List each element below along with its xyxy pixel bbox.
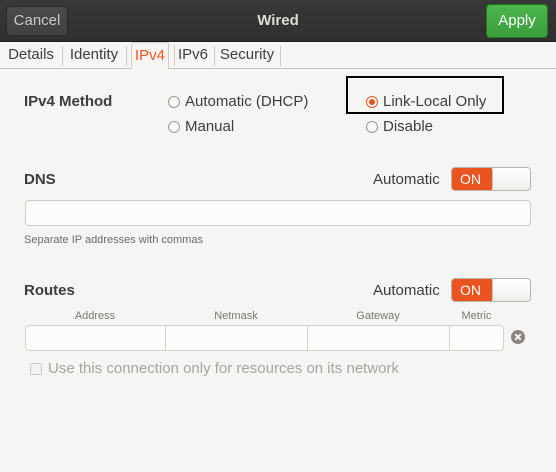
radio-indicator [168,120,180,133]
column-header-gateway: Gateway [356,310,400,322]
radio-disable-label: Disable [383,118,434,135]
tab-ipv4[interactable]: IPv4 [129,42,171,69]
tab-separator [214,46,215,66]
ipv4-method-label: IPv4 Method [24,93,113,110]
window-title: Wired [257,12,299,29]
route-address-input[interactable] [25,325,166,351]
dns-automatic-label: Automatic [373,171,440,188]
dns-servers-input[interactable] [25,200,531,226]
radio-disable[interactable]: Disable [366,118,433,135]
radio-automatic-dhcp-label: Automatic (DHCP) [185,93,309,110]
route-netmask-input[interactable] [165,325,308,351]
apply-button[interactable]: Apply [486,4,548,38]
column-header-address: Address [74,310,116,322]
switch-knob [492,168,530,190]
column-header-metric: Metric [461,310,492,322]
switch-on-text: ON [452,168,492,190]
tab-bar: Details Identity IPv4 IPv6 Security [0,42,556,69]
tab-separator [174,46,175,66]
radio-manual-label: Manual [185,118,235,135]
routes-automatic-switch[interactable]: ON [451,278,531,302]
radio-indicator [168,95,180,108]
clear-circle-icon[interactable] [511,330,525,344]
tab-security[interactable]: Security [218,42,276,69]
column-header-netmask: Netmask [214,310,258,322]
restrict-to-network-checkbox-row[interactable]: Use this connection only for resources o… [30,360,399,377]
route-gateway-input[interactable] [307,325,450,351]
tab-identity[interactable]: Identity [66,42,122,69]
route-metric-input[interactable] [449,325,504,351]
tab-separator [62,46,63,66]
checkbox [30,362,42,375]
routes-automatic-label: Automatic [373,282,440,299]
dns-hint: Separate IP addresses with commas [24,234,203,246]
tab-separator [280,46,281,66]
tab-ipv4-label: IPv4 [130,42,169,69]
tab-details[interactable]: Details [4,42,58,69]
radio-manual[interactable]: Manual [168,118,234,135]
switch-on-text: ON [452,279,492,301]
switch-knob [492,279,530,301]
routes-label: Routes [24,282,75,299]
header-bar: Cancel Wired Apply [0,0,556,42]
radio-indicator [366,120,378,133]
tab-separator [126,46,127,66]
radio-automatic-dhcp[interactable]: Automatic (DHCP) [168,93,308,110]
dns-automatic-switch[interactable]: ON [451,167,531,191]
tab-ipv6[interactable]: IPv6 [176,42,210,69]
dns-label: DNS [24,171,56,188]
selection-highlight-box [346,76,504,114]
restrict-to-network-label: Use this connection only for resources o… [48,360,399,377]
